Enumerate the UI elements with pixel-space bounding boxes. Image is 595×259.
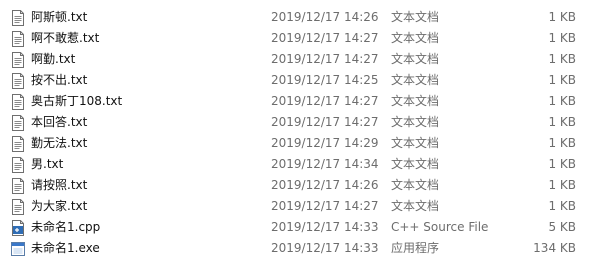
file-date-modified: 2019/12/17 14:25: [271, 73, 379, 87]
file-size: 1 KB: [548, 136, 576, 150]
file-row[interactable]: 本回答.txt 2019/12/17 14:27 文本文档 1 KB: [0, 112, 595, 133]
file-row[interactable]: 啊勤.txt 2019/12/17 14:27 文本文档 1 KB: [0, 49, 595, 70]
file-type: 文本文档: [391, 178, 440, 192]
file-date-modified: 2019/12/17 14:27: [271, 199, 379, 213]
file-row[interactable]: 为大家.txt 2019/12/17 14:27 文本文档 1 KB: [0, 196, 595, 217]
file-name: 未命名1.exe: [31, 241, 100, 255]
exe-file-icon: [11, 241, 25, 257]
file-date-modified: 2019/12/17 14:26: [271, 178, 379, 192]
text-file-icon: [11, 115, 25, 131]
file-type: 文本文档: [391, 136, 440, 150]
file-name: 勤无法.txt: [31, 136, 88, 150]
file-name: 未命名1.cpp: [31, 220, 101, 234]
file-date-modified: 2019/12/17 14:33: [271, 241, 379, 255]
text-file-icon: [11, 136, 25, 152]
file-name: 阿斯顿.txt: [31, 10, 88, 24]
file-name: 按不出.txt: [31, 73, 88, 87]
file-size: 1 KB: [548, 115, 576, 129]
file-row[interactable]: 未命名1.cpp 2019/12/17 14:33 C++ Source Fil…: [0, 217, 595, 238]
file-list: 阿斯顿.txt 2019/12/17 14:26 文本文档 1 KB 啊不敢惹.…: [0, 7, 595, 259]
file-name: 男.txt: [31, 157, 64, 171]
file-row[interactable]: 勤无法.txt 2019/12/17 14:29 文本文档 1 KB: [0, 133, 595, 154]
file-name: 奥古斯丁108.txt: [31, 94, 123, 108]
file-size: 1 KB: [548, 199, 576, 213]
file-row[interactable]: 阿斯顿.txt 2019/12/17 14:26 文本文档 1 KB: [0, 7, 595, 28]
file-size: 1 KB: [548, 157, 576, 171]
file-name: 为大家.txt: [31, 199, 88, 213]
file-type: C++ Source File: [391, 220, 489, 234]
file-date-modified: 2019/12/17 14:27: [271, 52, 379, 66]
file-row[interactable]: 未命名1.exe 2019/12/17 14:33 应用程序 134 KB: [0, 238, 595, 259]
file-size: 1 KB: [548, 31, 576, 45]
file-name: 啊勤.txt: [31, 52, 76, 66]
file-name: 请按照.txt: [31, 178, 88, 192]
file-date-modified: 2019/12/17 14:26: [271, 10, 379, 24]
file-type: 文本文档: [391, 157, 440, 171]
file-name: 啊不敢惹.txt: [31, 31, 100, 45]
file-size: 1 KB: [548, 73, 576, 87]
file-date-modified: 2019/12/17 14:33: [271, 220, 379, 234]
file-name: 本回答.txt: [31, 115, 88, 129]
file-type: 文本文档: [391, 31, 440, 45]
file-date-modified: 2019/12/17 14:27: [271, 115, 379, 129]
file-type: 文本文档: [391, 10, 440, 24]
file-row[interactable]: 按不出.txt 2019/12/17 14:25 文本文档 1 KB: [0, 70, 595, 91]
file-row[interactable]: 奥古斯丁108.txt 2019/12/17 14:27 文本文档 1 KB: [0, 91, 595, 112]
file-row[interactable]: 男.txt 2019/12/17 14:34 文本文档 1 KB: [0, 154, 595, 175]
file-date-modified: 2019/12/17 14:27: [271, 31, 379, 45]
text-file-icon: [11, 157, 25, 173]
file-date-modified: 2019/12/17 14:34: [271, 157, 379, 171]
text-file-icon: [11, 94, 25, 110]
text-file-icon: [11, 52, 25, 68]
text-file-icon: [11, 199, 25, 215]
file-size: 1 KB: [548, 178, 576, 192]
file-size: 1 KB: [548, 52, 576, 66]
file-size: 134 KB: [533, 241, 576, 255]
file-size: 5 KB: [548, 220, 576, 234]
file-row[interactable]: 啊不敢惹.txt 2019/12/17 14:27 文本文档 1 KB: [0, 28, 595, 49]
text-file-icon: [11, 10, 25, 26]
file-date-modified: 2019/12/17 14:29: [271, 136, 379, 150]
file-type: 应用程序: [391, 241, 440, 255]
file-type: 文本文档: [391, 199, 440, 213]
text-file-icon: [11, 73, 25, 89]
file-row[interactable]: 请按照.txt 2019/12/17 14:26 文本文档 1 KB: [0, 175, 595, 196]
text-file-icon: [11, 31, 25, 47]
cpp-file-icon: [11, 220, 25, 236]
file-date-modified: 2019/12/17 14:27: [271, 94, 379, 108]
file-type: 文本文档: [391, 94, 440, 108]
text-file-icon: [11, 178, 25, 194]
file-type: 文本文档: [391, 73, 440, 87]
file-size: 1 KB: [548, 10, 576, 24]
file-type: 文本文档: [391, 52, 440, 66]
file-type: 文本文档: [391, 115, 440, 129]
file-size: 1 KB: [548, 94, 576, 108]
